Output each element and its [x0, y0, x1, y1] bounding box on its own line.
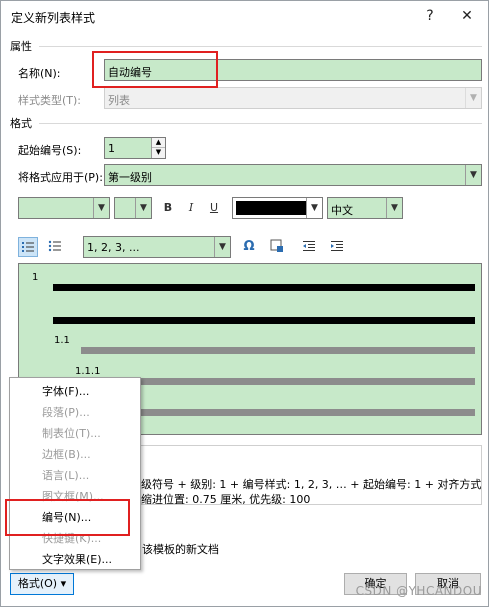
- style-type-value: 列表: [108, 94, 130, 107]
- dialog-title: 定义新列表样式: [11, 11, 96, 25]
- numbering-style-select[interactable]: 1, 2, 3, ... ▼: [83, 236, 231, 258]
- format-section-title: 格式: [10, 117, 32, 130]
- script-value: 中文: [331, 204, 353, 217]
- underline-button[interactable]: U: [204, 198, 224, 218]
- template-option-label: 该模板的新文档: [142, 543, 219, 556]
- description-line-1: 级符号 + 级别: 1 + 编号样式: 1, 2, 3, … + 起始编号: 1…: [141, 478, 482, 491]
- format-menu-button[interactable]: 格式(O) ▾: [10, 573, 74, 595]
- apply-to-value: 第一级别: [108, 171, 152, 184]
- decrease-indent-icon[interactable]: [299, 237, 319, 257]
- bold-button[interactable]: B: [158, 198, 178, 218]
- preview-level-2: 1.1: [54, 335, 70, 346]
- title-bar: 定义新列表样式 ? ✕: [1, 1, 488, 31]
- font-name-select[interactable]: ▼: [18, 197, 110, 219]
- insert-symbol-button[interactable]: Ω: [239, 237, 259, 257]
- insert-picture-icon[interactable]: [267, 237, 287, 257]
- menu-item-border: 边框(B)...: [42, 448, 91, 461]
- numbering-style-value: 1, 2, 3, ...: [87, 241, 140, 254]
- preview-level-1: 1: [32, 272, 39, 283]
- font-size-select[interactable]: ▼: [114, 197, 152, 219]
- apply-to-label: 将格式应用于(P):: [18, 171, 103, 184]
- italic-button[interactable]: I: [181, 198, 201, 218]
- name-label: 名称(N):: [18, 67, 61, 80]
- properties-divider: [39, 46, 482, 47]
- numbering-icon[interactable]: [18, 237, 38, 257]
- menu-item-text-effects[interactable]: 文字效果(E)...: [10, 549, 140, 570]
- close-button[interactable]: ✕: [456, 5, 478, 27]
- format-divider: [39, 123, 482, 124]
- spin-buttons[interactable]: ▲ ▼: [151, 138, 165, 158]
- chevron-down-icon: ▼: [306, 198, 322, 218]
- chevron-down-icon: ▼: [214, 237, 230, 257]
- preview-text-line: [53, 317, 475, 324]
- menu-item-paragraph: 段落(P)...: [42, 406, 90, 419]
- start-at-value: 1: [108, 142, 115, 155]
- menu-item-tabs: 制表位(T)...: [42, 427, 101, 440]
- font-color-select[interactable]: ▼: [232, 197, 323, 219]
- spin-up-icon[interactable]: ▲: [152, 138, 165, 148]
- preview-text-line: [81, 347, 475, 354]
- chevron-down-icon: ▼: [465, 88, 481, 108]
- script-select[interactable]: 中文 ▼: [327, 197, 403, 219]
- preview-text-line: [53, 284, 475, 291]
- chevron-down-icon: ▼: [93, 198, 109, 218]
- highlight-box-name: [92, 51, 218, 88]
- color-swatch: [236, 201, 306, 215]
- watermark: CSDN @YHCANDOU: [355, 584, 482, 598]
- properties-section-title: 属性: [10, 40, 32, 53]
- start-at-label: 起始编号(S):: [18, 144, 82, 157]
- menu-item-language: 语言(L)...: [42, 469, 90, 482]
- style-type-label: 样式类型(T):: [18, 94, 82, 107]
- chevron-down-icon: ▼: [135, 198, 151, 218]
- chevron-down-icon: ▼: [386, 198, 402, 218]
- define-list-style-dialog: 定义新列表样式 ? ✕ 属性 名称(N): 自动编号 样式类型(T): 列表 ▼…: [0, 0, 489, 607]
- chevron-down-icon: ▼: [465, 165, 481, 185]
- menu-item-font[interactable]: 字体(F)...: [10, 381, 140, 402]
- bullets-icon[interactable]: [45, 237, 65, 257]
- preview-level-3: 1.1.1: [75, 366, 101, 377]
- spin-down-icon[interactable]: ▼: [152, 148, 165, 158]
- start-at-stepper[interactable]: 1 ▲ ▼: [104, 137, 166, 159]
- style-type-select[interactable]: 列表 ▼: [104, 87, 482, 109]
- description-line-2: 缩进位置: 0.75 厘米, 优先级: 100: [141, 493, 311, 505]
- increase-indent-icon[interactable]: [327, 237, 347, 257]
- apply-to-select[interactable]: 第一级别 ▼: [104, 164, 482, 186]
- help-button[interactable]: ?: [419, 5, 441, 27]
- highlight-box-numbering: [5, 499, 130, 536]
- format-dropdown-menu: 字体(F)... 段落(P)... 制表位(T)... 边框(B)... 语言(…: [9, 377, 141, 570]
